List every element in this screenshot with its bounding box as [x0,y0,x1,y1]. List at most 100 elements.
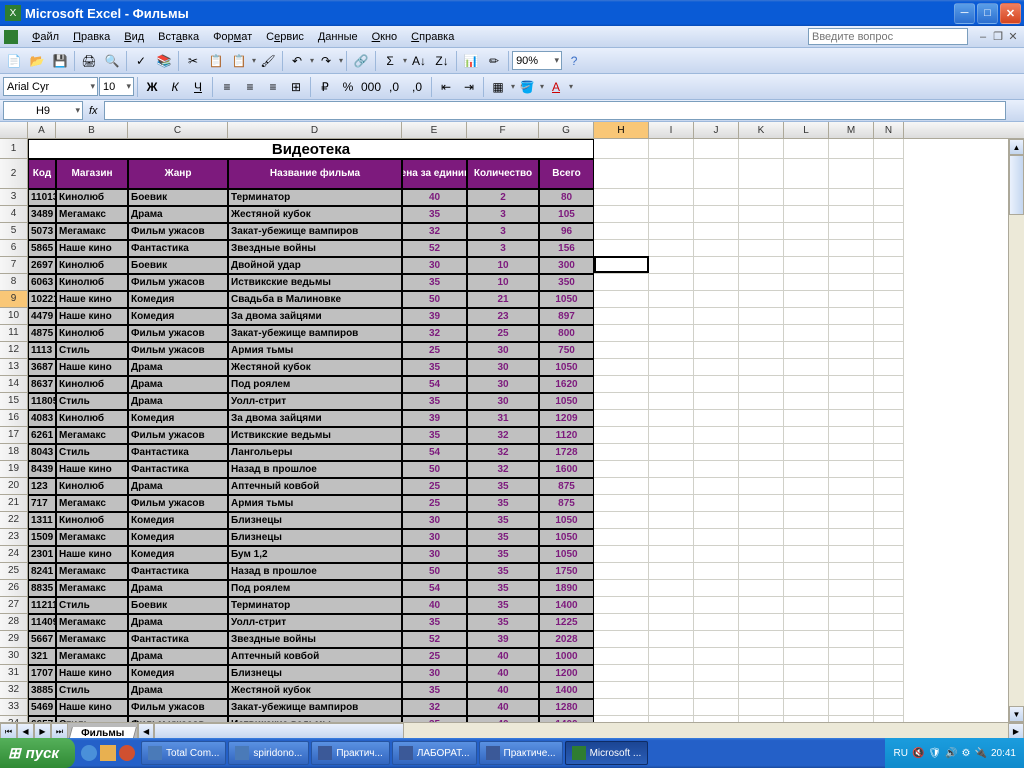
data-cell[interactable]: Мегамакс [56,563,128,580]
undo-button[interactable]: ↶ [286,50,308,72]
fx-label[interactable]: fx [89,105,98,117]
data-cell[interactable]: 25 [402,342,467,359]
data-cell[interactable]: 1209 [539,410,594,427]
clock[interactable]: 20:41 [991,748,1016,759]
data-cell[interactable]: 1750 [539,563,594,580]
data-cell[interactable]: Закат-убежище вампиров [228,223,402,240]
data-cell[interactable]: 35 [467,563,539,580]
data-cell[interactable]: 35 [402,427,467,444]
data-cell[interactable]: Бум 1,2 [228,546,402,563]
data-cell[interactable]: Мегамакс [56,614,128,631]
data-cell[interactable]: 4479 [28,308,56,325]
row-header[interactable]: 7 [0,257,28,274]
data-cell[interactable]: Фильм ужасов [128,274,228,291]
data-cell[interactable]: 21 [467,291,539,308]
hyperlink-button[interactable]: 🔗 [350,50,372,72]
data-cell[interactable]: Драма [128,614,228,631]
ie-icon[interactable] [81,745,97,761]
data-cell[interactable]: 1050 [539,393,594,410]
data-cell[interactable]: 11409 [28,614,56,631]
data-cell[interactable]: Кинолюб [56,325,128,342]
data-cell[interactable]: Терминатор [228,189,402,206]
spell-button[interactable]: ✓ [130,50,152,72]
data-cell[interactable]: Драма [128,648,228,665]
data-cell[interactable]: 30 [402,512,467,529]
data-cell[interactable]: Боевик [128,257,228,274]
data-cell[interactable]: 123 [28,478,56,495]
table-header[interactable]: Цена за единицу [402,159,467,189]
table-header[interactable]: Название фильма [228,159,402,189]
preview-button[interactable]: 🔍 [101,50,123,72]
data-cell[interactable]: Боевик [128,597,228,614]
menu-view[interactable]: Вид [118,29,150,45]
data-cell[interactable]: 96 [539,223,594,240]
data-cell[interactable]: 1280 [539,699,594,716]
align-center-button[interactable]: ≡ [239,76,261,98]
data-cell[interactable]: 156 [539,240,594,257]
menu-window[interactable]: Окно [366,29,404,45]
data-cell[interactable]: 5865 [28,240,56,257]
data-cell[interactable]: 897 [539,308,594,325]
data-cell[interactable]: 3885 [28,682,56,699]
data-cell[interactable]: Иствикские ведьмы [228,274,402,291]
data-cell[interactable]: 40 [467,648,539,665]
data-cell[interactable]: 1509 [28,529,56,546]
percent-button[interactable]: % [337,76,359,98]
col-header-G[interactable]: G [539,122,594,138]
data-cell[interactable]: 350 [539,274,594,291]
select-all-corner[interactable] [0,122,28,138]
menu-insert[interactable]: Вставка [152,29,205,45]
row-header[interactable]: 20 [0,478,28,495]
data-cell[interactable]: 40 [467,716,539,722]
data-cell[interactable]: Мегамакс [56,495,128,512]
scroll-thumb[interactable] [1009,155,1024,215]
row-header[interactable]: 29 [0,631,28,648]
data-cell[interactable]: 1707 [28,665,56,682]
data-cell[interactable]: 35 [402,393,467,410]
data-cell[interactable]: Терминатор [228,597,402,614]
maximize-button[interactable]: □ [977,3,998,24]
data-cell[interactable]: 35 [402,682,467,699]
data-cell[interactable]: 105 [539,206,594,223]
chart-button[interactable]: 📊 [460,50,482,72]
scroll-up-button[interactable]: ▲ [1009,139,1024,155]
data-cell[interactable]: 39 [467,631,539,648]
data-cell[interactable]: Наше кино [56,699,128,716]
data-cell[interactable]: 30 [467,359,539,376]
data-cell[interactable]: Фильм ужасов [128,427,228,444]
data-cell[interactable]: 5667 [28,631,56,648]
data-cell[interactable]: Армия тьмы [228,342,402,359]
data-cell[interactable]: Свадьба в Малиновке [228,291,402,308]
row-header[interactable]: 24 [0,546,28,563]
tray-icon[interactable]: 🔊 [945,748,957,759]
data-cell[interactable]: 35 [402,359,467,376]
col-header-J[interactable]: J [694,122,739,138]
menu-format[interactable]: Формат [207,29,258,45]
row-header[interactable]: 21 [0,495,28,512]
data-cell[interactable]: 3687 [28,359,56,376]
data-cell[interactable]: 3 [467,240,539,257]
data-cell[interactable]: 717 [28,495,56,512]
redo-button[interactable]: ↷ [315,50,337,72]
menu-file[interactable]: Файл [26,29,65,45]
close-button[interactable]: ✕ [1000,3,1021,24]
data-cell[interactable]: 25 [467,325,539,342]
row-header[interactable]: 30 [0,648,28,665]
row-header[interactable]: 28 [0,614,28,631]
autosum-button[interactable]: Σ [379,50,401,72]
data-cell[interactable]: 8439 [28,461,56,478]
data-cell[interactable]: Мегамакс [56,648,128,665]
data-cell[interactable]: Комедия [128,291,228,308]
data-cell[interactable]: 30 [467,376,539,393]
row-header[interactable]: 13 [0,359,28,376]
col-header-I[interactable]: I [649,122,694,138]
data-cell[interactable]: Наше кино [56,308,128,325]
data-cell[interactable]: 1200 [539,665,594,682]
row-header[interactable]: 10 [0,308,28,325]
data-cell[interactable]: Мегамакс [56,427,128,444]
data-cell[interactable]: Наше кино [56,461,128,478]
row-header[interactable]: 25 [0,563,28,580]
paste-button[interactable]: 📋 [228,50,250,72]
data-cell[interactable]: Кинолюб [56,376,128,393]
data-cell[interactable]: 1000 [539,648,594,665]
